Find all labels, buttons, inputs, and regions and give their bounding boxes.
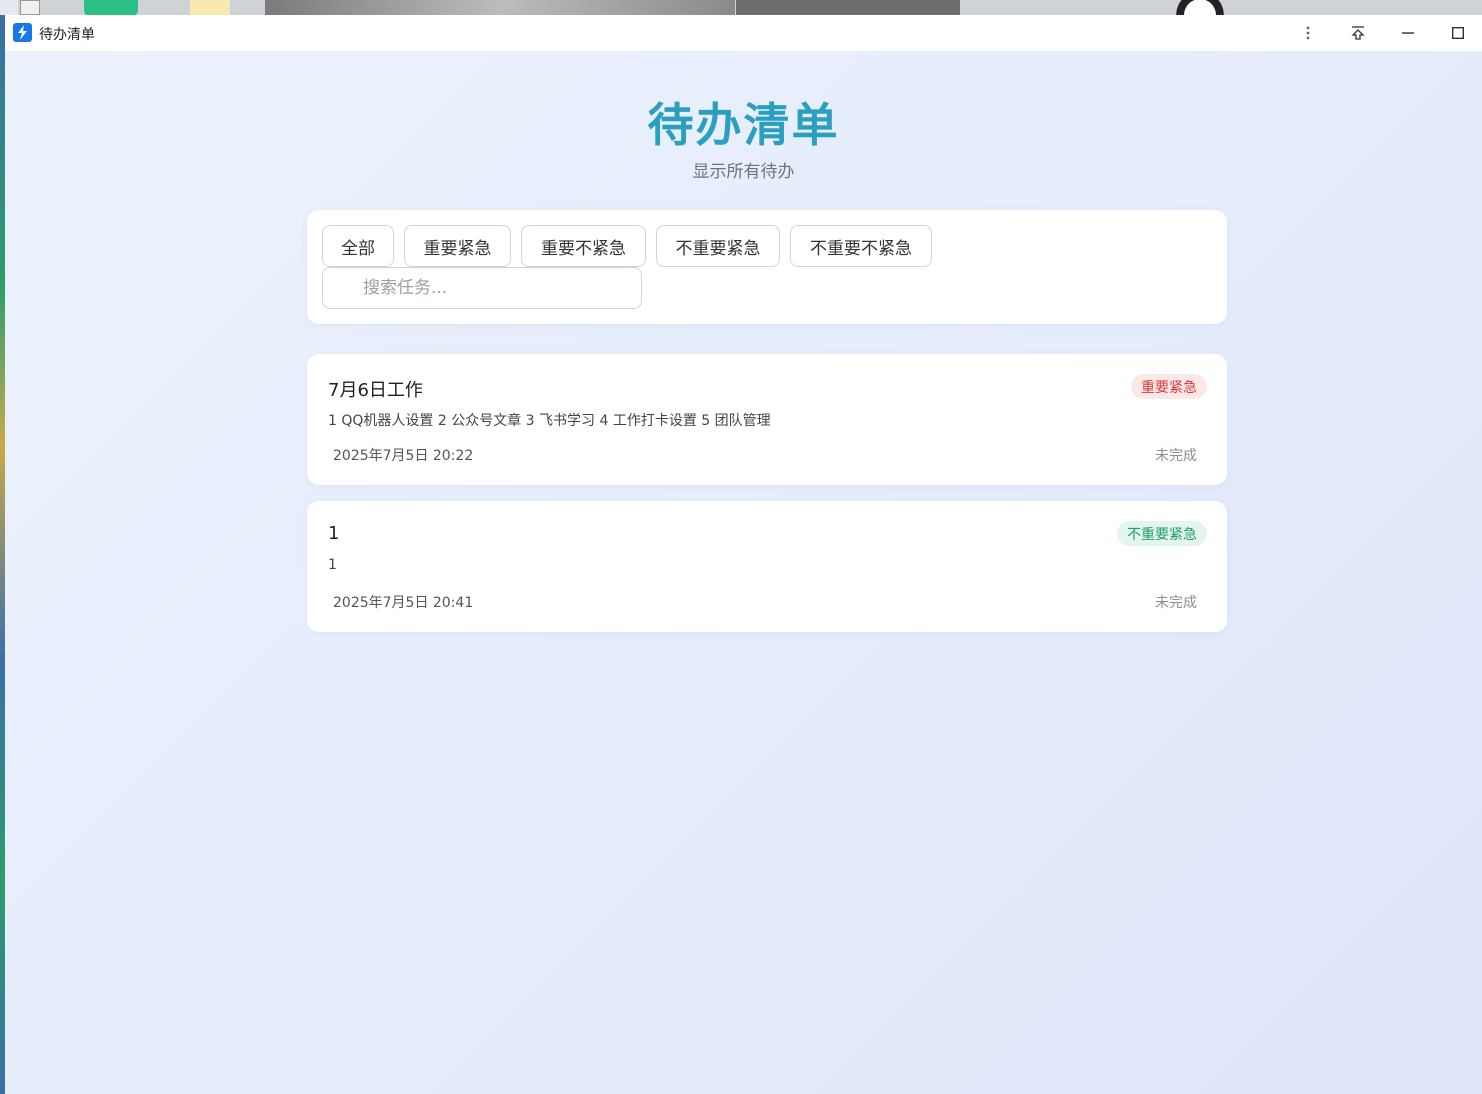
filter-important-urgent-button[interactable]: 重要紧急 xyxy=(404,225,511,267)
search-field[interactable] xyxy=(322,267,642,309)
task-card[interactable]: 1 不重要紧急 1 2025年7月5日 20:41 未完成 xyxy=(307,501,1227,632)
task-title: 7月6日工作 xyxy=(328,380,423,401)
task-date: 2025年7月5日 20:41 xyxy=(333,595,474,611)
desktop-window xyxy=(736,0,960,15)
filter-not-important-not-urgent-button[interactable]: 不重要不紧急 xyxy=(790,225,932,267)
desktop-icon xyxy=(84,0,138,15)
pin-on-top-button[interactable] xyxy=(1333,15,1383,51)
maximize-button[interactable] xyxy=(1433,15,1482,51)
task-date: 2025年7月5日 20:22 xyxy=(333,448,474,464)
filter-panel: 全部 重要紧急 重要不紧急 不重要紧急 不重要不紧急 xyxy=(307,210,1227,324)
priority-badge: 不重要紧急 xyxy=(1117,521,1207,546)
filter-not-important-urgent-button[interactable]: 不重要紧急 xyxy=(656,225,780,267)
app-logo-icon xyxy=(13,23,32,42)
page-subtitle: 显示所有待办 xyxy=(692,162,795,182)
desktop-window xyxy=(265,0,735,15)
page-title: 待办清单 xyxy=(647,98,840,152)
app-window: 待办清单 待办清单 显示所有待办 全部 重要紧急 重要不紧急 不重要紧急 不重要… xyxy=(5,15,1482,1094)
task-description: 1 xyxy=(328,557,337,573)
desktop-icon xyxy=(0,0,18,15)
more-options-button[interactable] xyxy=(1283,15,1333,51)
task-description: 1 QQ机器人设置 2 公众号文章 3 飞书学习 4 工作打卡设置 5 团队管理 xyxy=(328,413,771,429)
task-title: 1 xyxy=(328,523,340,544)
maximize-icon xyxy=(1452,27,1464,39)
pin-top-icon xyxy=(1351,26,1365,40)
minimize-icon xyxy=(1402,32,1414,34)
priority-badge: 重要紧急 xyxy=(1131,374,1207,399)
desktop-wallpaper xyxy=(1150,0,1250,15)
main-content: 待办清单 显示所有待办 全部 重要紧急 重要不紧急 不重要紧急 不重要不紧急 7… xyxy=(5,51,1482,1094)
window-title: 待办清单 xyxy=(39,27,95,43)
filter-all-button[interactable]: 全部 xyxy=(322,225,394,267)
more-vertical-icon xyxy=(1306,26,1310,40)
task-card[interactable]: 7月6日工作 重要紧急 1 QQ机器人设置 2 公众号文章 3 飞书学习 4 工… xyxy=(307,354,1227,485)
title-bar[interactable]: 待办清单 xyxy=(5,15,1482,51)
task-status[interactable]: 未完成 xyxy=(1155,445,1197,465)
filter-important-not-urgent-button[interactable]: 重要不紧急 xyxy=(521,225,646,267)
minimize-button[interactable] xyxy=(1383,15,1433,51)
desktop-background-strip xyxy=(0,0,1482,15)
desktop-icon xyxy=(190,0,230,15)
task-status[interactable]: 未完成 xyxy=(1155,592,1197,612)
search-input[interactable] xyxy=(363,277,623,299)
desktop-icon xyxy=(20,0,40,15)
